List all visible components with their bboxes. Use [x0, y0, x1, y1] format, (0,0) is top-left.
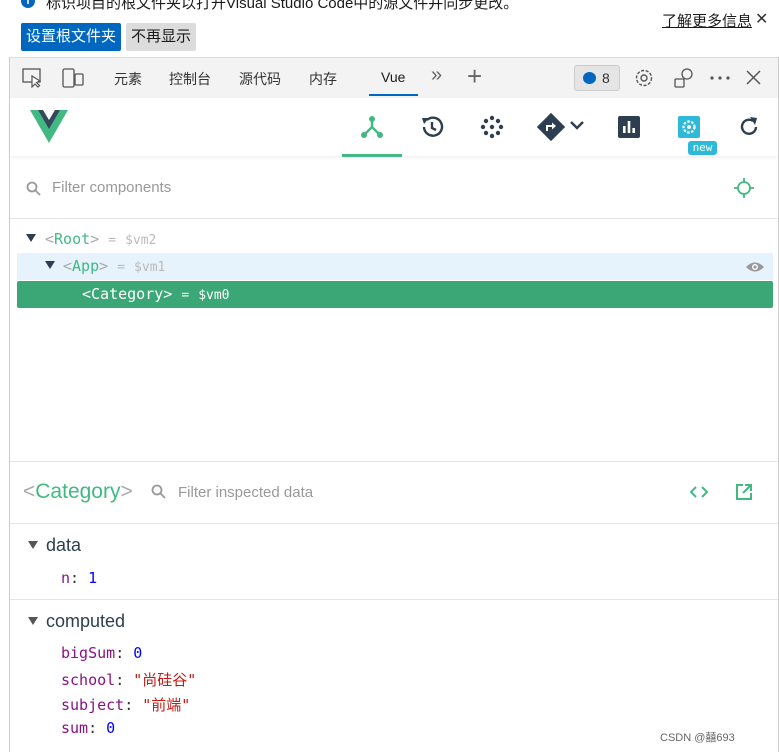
timeline-history-icon[interactable]	[419, 114, 445, 140]
add-tab-icon[interactable]: +	[467, 61, 482, 92]
eye-icon[interactable]	[745, 260, 765, 274]
more-options-icon[interactable]	[709, 74, 731, 82]
filter-components-input[interactable]: Filter components	[52, 179, 171, 196]
vuex-dots-icon[interactable]	[480, 115, 504, 139]
prop-row: school: "尚硅谷"	[61, 671, 197, 689]
components-icon[interactable]	[360, 114, 384, 140]
collapse-computed-icon[interactable]	[28, 617, 38, 625]
filter-inspected-data-input[interactable]: Filter inspected data	[178, 484, 313, 501]
inspector-header-divider	[10, 523, 778, 524]
device-emulation-icon[interactable]	[62, 67, 84, 89]
tab-console[interactable]: 控制台	[169, 69, 211, 89]
router-directions-icon[interactable]	[537, 113, 565, 141]
prop-row: sum: 0	[61, 719, 116, 737]
panel-frame-left	[9, 57, 10, 752]
watermark: CSDN @囍693	[660, 732, 735, 744]
chevron-down-icon[interactable]	[570, 121, 584, 131]
vue-active-tab-indicator	[342, 154, 402, 157]
prop-row: bigSum: 0	[61, 644, 143, 662]
prop-row: subject: "前端"	[61, 696, 191, 714]
collapse-data-icon[interactable]	[28, 541, 38, 549]
issues-badge[interactable]: 8	[574, 65, 620, 91]
tab-memory[interactable]: 内存	[309, 69, 337, 89]
issues-count: 8	[602, 70, 610, 86]
open-in-editor-icon[interactable]	[735, 483, 753, 501]
inspected-component-title: <Category>	[23, 480, 133, 503]
section-title-data[interactable]: data	[46, 535, 81, 556]
expand-app-icon[interactable]	[45, 261, 55, 269]
tree-node-app[interactable]: <App> = $vm1	[63, 257, 165, 275]
inspect-dom-code-icon[interactable]	[690, 485, 708, 499]
refresh-icon[interactable]	[738, 116, 760, 138]
expand-root-icon[interactable]	[26, 234, 36, 242]
prop-row: n: 1	[61, 569, 98, 587]
vue-toolbar	[10, 98, 778, 156]
set-root-folder-button[interactable]: 设置根文件夹	[21, 23, 121, 51]
tab-elements[interactable]: 元素	[114, 69, 142, 89]
tree-node-root[interactable]: <Root> = $vm2	[45, 230, 156, 248]
close-icon[interactable]: ✕	[755, 9, 768, 29]
search-icon	[26, 181, 41, 196]
active-tab-indicator	[369, 94, 418, 96]
performance-chart-icon[interactable]	[618, 116, 640, 138]
more-tabs-icon[interactable]: »	[431, 64, 442, 87]
section-title-computed[interactable]: computed	[46, 611, 125, 632]
tab-vue[interactable]: Vue	[381, 69, 405, 85]
vue-logo-icon	[30, 110, 68, 143]
select-component-target-icon[interactable]	[734, 178, 754, 198]
settings-gear-icon[interactable]	[633, 67, 655, 89]
tree-node-category[interactable]: <Category> = $vm0	[82, 285, 230, 303]
new-badge: new	[688, 141, 717, 155]
learn-more-link[interactable]: 了解更多信息	[662, 10, 752, 31]
info-message: 标识项目的根文件夹以打开Visual Studio Code中的源文件并同步更改…	[46, 0, 519, 12]
close-devtools-icon[interactable]	[745, 69, 762, 86]
dont-show-again-button[interactable]: 不再显示	[126, 23, 196, 51]
tab-sources[interactable]: 源代码	[239, 69, 281, 89]
inspector-search-icon	[151, 484, 166, 499]
message-icon	[583, 72, 596, 84]
section-divider	[10, 599, 778, 600]
inspect-element-icon[interactable]	[22, 68, 44, 88]
feedback-icon[interactable]	[673, 67, 695, 89]
pane-divider[interactable]	[10, 461, 778, 462]
vue-settings-icon[interactable]	[678, 116, 700, 138]
